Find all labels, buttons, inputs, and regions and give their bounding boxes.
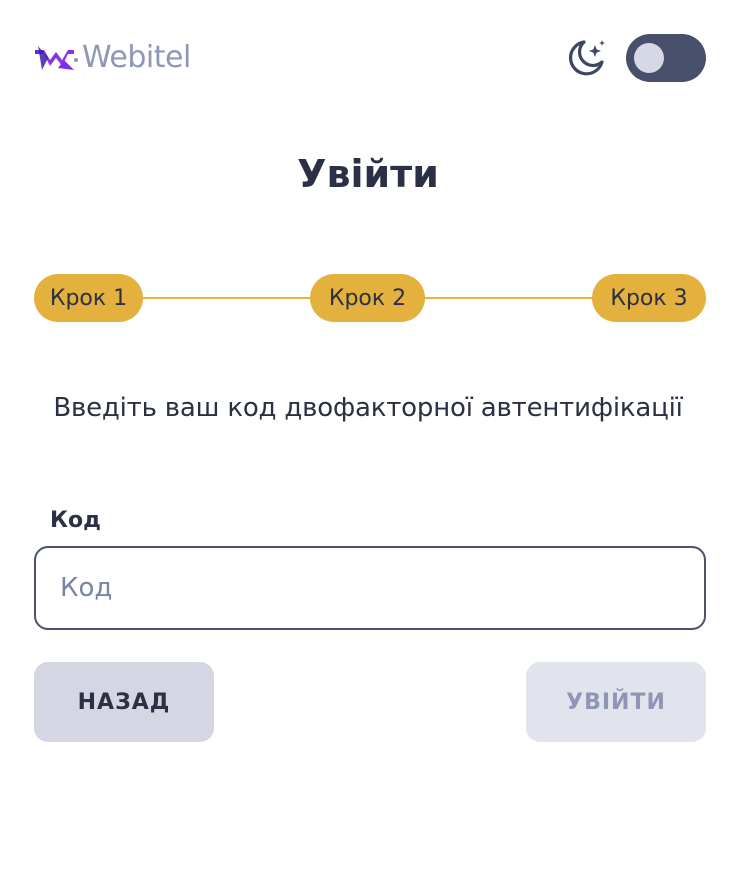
header: Webitel: [34, 30, 706, 86]
login-page: Webitel Увійти Крок 1 Крок 2 Крок 3 Введ…: [0, 0, 736, 882]
step-1: Крок 1: [34, 274, 143, 322]
code-input[interactable]: [34, 546, 706, 630]
login-button[interactable]: УВІЙТИ: [526, 662, 706, 742]
step-2: Крок 2: [310, 274, 425, 322]
theme-toggle[interactable]: [626, 34, 706, 82]
back-button[interactable]: НАЗАД: [34, 662, 214, 742]
code-field-label: Код: [50, 508, 101, 533]
step-3: Крок 3: [592, 274, 706, 322]
brand-logo: Webitel: [34, 42, 191, 74]
step-connector: [142, 297, 312, 299]
instruction-text: Введіть ваш код двофакторної автентифіка…: [53, 393, 683, 423]
step-connector: [424, 297, 594, 299]
webitel-logo-icon: [35, 46, 78, 70]
page-title: Увійти: [297, 152, 439, 196]
stepper: Крок 1 Крок 2 Крок 3: [34, 274, 706, 322]
moon-stars-icon: [568, 40, 605, 76]
header-controls: [564, 34, 706, 82]
toggle-knob: [634, 43, 664, 73]
brand-name: Webitel: [82, 40, 191, 75]
